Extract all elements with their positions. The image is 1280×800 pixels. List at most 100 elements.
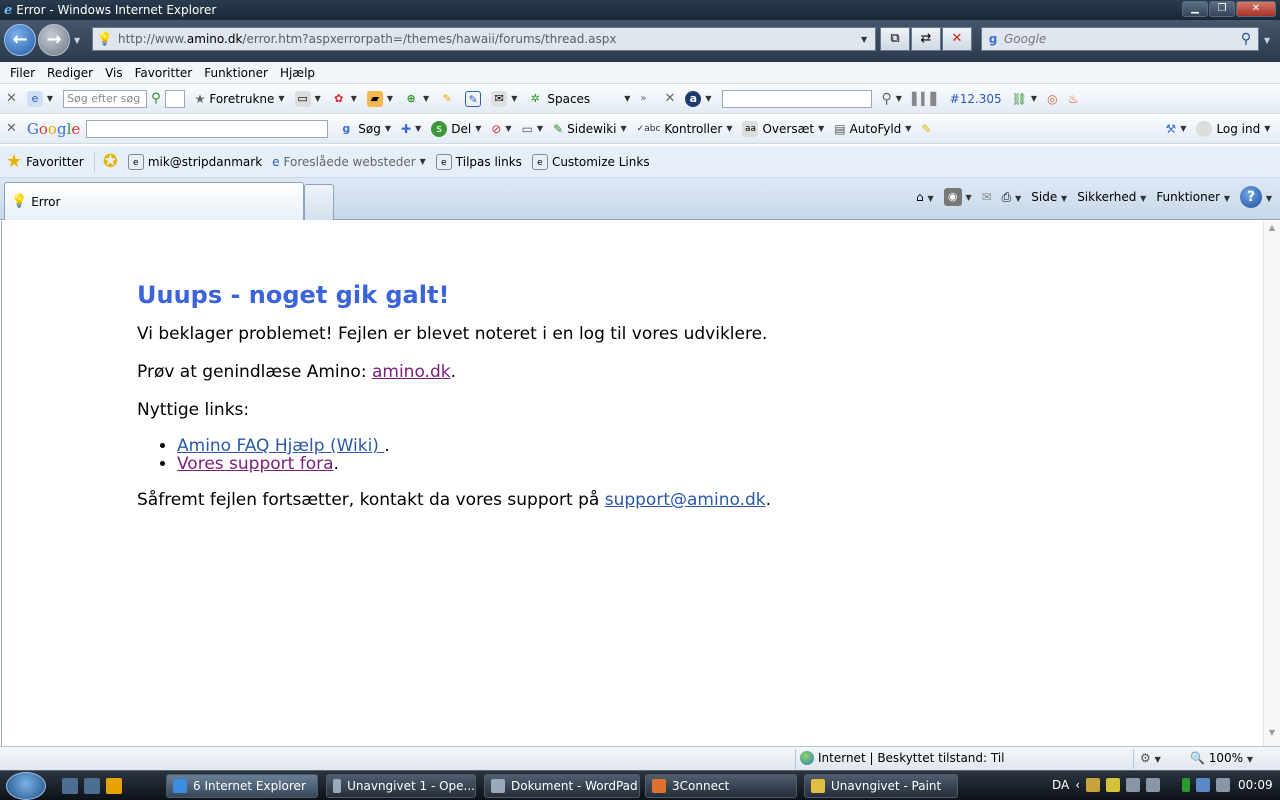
- taskbar-button-paint[interactable]: Unavngivet - Paint: [804, 774, 958, 798]
- new-tab-button[interactable]: [304, 184, 334, 220]
- safety-menu-button[interactable]: Sikkerhed ▼: [1077, 190, 1146, 204]
- taskbar-button-3connect[interactable]: 3Connect: [645, 774, 797, 798]
- address-bar[interactable]: 💡 http://www.amino.dk/error.htm?aspxerro…: [92, 27, 876, 51]
- tab-error[interactable]: 💡 Error: [4, 182, 304, 220]
- display-icon[interactable]: [1146, 778, 1161, 792]
- menu-help[interactable]: Hjælp: [274, 66, 321, 80]
- tray-expand-icon[interactable]: ‹: [1075, 778, 1080, 792]
- google-search-button[interactable]: g Søg ▼: [338, 121, 391, 137]
- butterfly-icon[interactable]: ✿ ▼: [331, 91, 357, 107]
- read-mail-icon[interactable]: ✉: [982, 190, 992, 204]
- search-box[interactable]: g Google ⚲: [981, 27, 1259, 51]
- record-icon[interactable]: ◎: [1047, 92, 1057, 106]
- amino-home-link[interactable]: amino.dk: [372, 362, 451, 382]
- support-forum-link[interactable]: Vores support fora: [177, 454, 334, 474]
- menu-file[interactable]: Filer: [4, 66, 41, 80]
- network-icon[interactable]: [1126, 778, 1141, 792]
- scroll-down-icon[interactable]: ▼: [1264, 728, 1280, 744]
- rank-chart-icon[interactable]: ▌▍▋: [912, 92, 940, 106]
- highlighter-icon[interactable]: ✎: [921, 122, 931, 136]
- bookmark-icon[interactable]: ▭ ▼: [522, 122, 544, 136]
- battery-icon[interactable]: [1182, 778, 1191, 792]
- favorites-button[interactable]: ★ Favoritter: [6, 151, 84, 172]
- toolbar-search-input[interactable]: Søg efter søg: [63, 89, 148, 108]
- search-go-icon[interactable]: ⚲: [151, 91, 161, 106]
- tray-app-icon[interactable]: [1086, 778, 1101, 792]
- share-button[interactable]: s Del ▼: [431, 120, 481, 137]
- feeds-icon[interactable]: ◉ ▼: [943, 188, 972, 206]
- home-icon[interactable]: ⌂ ▼: [916, 190, 934, 204]
- taskbar-button-openoffice[interactable]: Unavngivet 1 - Ope...: [326, 774, 476, 798]
- refresh-icon[interactable]: ⇄: [911, 27, 941, 51]
- vertical-scrollbar[interactable]: ▲ ▼: [1263, 221, 1280, 746]
- spellcheck-button[interactable]: ✓abc Kontroller ▼: [637, 122, 733, 136]
- stop-icon[interactable]: ✕: [942, 27, 972, 51]
- search-dropdown-icon[interactable]: ▼: [1264, 36, 1270, 45]
- favorite-link-1[interactable]: e Foreslåede websteder ▼: [272, 155, 426, 169]
- close-google-toolbar-icon[interactable]: ✕: [6, 121, 17, 136]
- menu-edit[interactable]: Rediger: [41, 66, 99, 80]
- protected-mode-icon[interactable]: ⚙ ▼: [1140, 751, 1161, 765]
- popup-blocker-icon[interactable]: ⊘ ▼: [491, 122, 511, 136]
- wrench-icon[interactable]: ⚒ ▼: [1166, 122, 1187, 136]
- show-desktop-icon[interactable]: [62, 778, 78, 794]
- search-options-input[interactable]: [164, 89, 185, 108]
- menu-view[interactable]: Vis: [99, 66, 129, 80]
- taskbar-button-wordpad[interactable]: Dokument - WordPad: [484, 774, 640, 798]
- page-menu-button[interactable]: Side ▼: [1031, 190, 1067, 204]
- taskbar-clock[interactable]: 00:09: [1238, 778, 1273, 792]
- alexa-search-icon[interactable]: ⚲ ▼: [882, 91, 902, 107]
- ie-toolbar-icon[interactable]: e ▼: [26, 90, 53, 107]
- fire-icon[interactable]: ♨: [1068, 92, 1079, 106]
- scroll-up-icon[interactable]: ▲: [1264, 223, 1280, 239]
- start-button[interactable]: [6, 772, 46, 800]
- back-button[interactable]: ←: [4, 24, 36, 56]
- forward-button[interactable]: →: [38, 24, 70, 56]
- calendar-icon[interactable]: ▭ ▼: [294, 90, 321, 107]
- menu-favorites[interactable]: Favoritter: [129, 66, 199, 80]
- sidewiki-button[interactable]: ✎ Sidewiki ▼: [553, 122, 627, 136]
- login-button[interactable]: Log ind ▼: [1196, 120, 1270, 137]
- media-player-icon[interactable]: [106, 778, 122, 794]
- security-zone[interactable]: Internet | Beskyttet tilstand: Til: [800, 751, 1005, 765]
- address-dropdown-icon[interactable]: ▼: [861, 35, 875, 44]
- minimize-button[interactable]: ▁: [1182, 1, 1208, 17]
- toolbar-search[interactable]: Søg efter søg ⚲: [63, 89, 185, 108]
- connection-icon[interactable]: [1196, 778, 1211, 792]
- search-icon[interactable]: ⚲: [1234, 31, 1258, 47]
- tray-app-icon[interactable]: [1106, 778, 1121, 792]
- taskbar-button-ie[interactable]: 6 Internet Explorer: [166, 774, 318, 798]
- highlight-icon[interactable]: ✎: [439, 91, 455, 107]
- close-toolbar-2-icon[interactable]: ✕: [664, 91, 675, 106]
- plus-icon[interactable]: ✚ ▼: [401, 122, 421, 136]
- favorite-link-3[interactable]: e Customize Links: [531, 153, 650, 170]
- print-icon[interactable]: ⎙ ▼: [1002, 190, 1022, 205]
- help-button[interactable]: ? ▼: [1240, 186, 1272, 208]
- close-toolbar-icon[interactable]: ✕: [6, 91, 17, 106]
- google-search-input[interactable]: [86, 119, 329, 138]
- link-icon[interactable]: ⛓ ▼: [1012, 92, 1037, 106]
- add-favorite-icon[interactable]: ✪: [103, 151, 118, 172]
- address-url[interactable]: http://www.amino.dk/error.htm?aspxerrorp…: [118, 32, 861, 46]
- switch-windows-icon[interactable]: [84, 778, 100, 794]
- toolbar-overflow-icon[interactable]: »: [640, 93, 646, 104]
- volume-icon[interactable]: [1216, 778, 1231, 792]
- add-icon[interactable]: ⊕ ▼: [403, 91, 429, 107]
- favorites-star-button[interactable]: ★ Foretrukne ▼: [195, 92, 285, 106]
- tools-menu-button[interactable]: Funktioner ▼: [1156, 190, 1230, 204]
- alexa-search-input[interactable]: [721, 89, 872, 108]
- photo-icon[interactable]: ▰ ▼: [366, 90, 393, 107]
- menu-tools[interactable]: Funktioner: [198, 66, 274, 80]
- maximize-button[interactable]: ❐: [1209, 1, 1235, 17]
- support-email-link[interactable]: support@amino.dk: [605, 490, 766, 510]
- compatibility-view-icon[interactable]: ⧉: [880, 27, 910, 51]
- alexa-icon[interactable]: a ▼: [685, 90, 712, 107]
- edit-icon[interactable]: ✎: [465, 90, 482, 107]
- autofill-button[interactable]: ▤ AutoFyld ▼: [834, 122, 911, 136]
- spaces-button[interactable]: ✲ Spaces ▼: [527, 91, 631, 107]
- alexa-rank[interactable]: #12.305: [950, 92, 1002, 106]
- translate-button[interactable]: aa Oversæt ▼: [742, 120, 824, 137]
- search-placeholder[interactable]: Google: [1004, 32, 1234, 46]
- language-indicator[interactable]: DA: [1052, 778, 1069, 792]
- zoom-control[interactable]: 🔍 100% ▼: [1190, 751, 1253, 765]
